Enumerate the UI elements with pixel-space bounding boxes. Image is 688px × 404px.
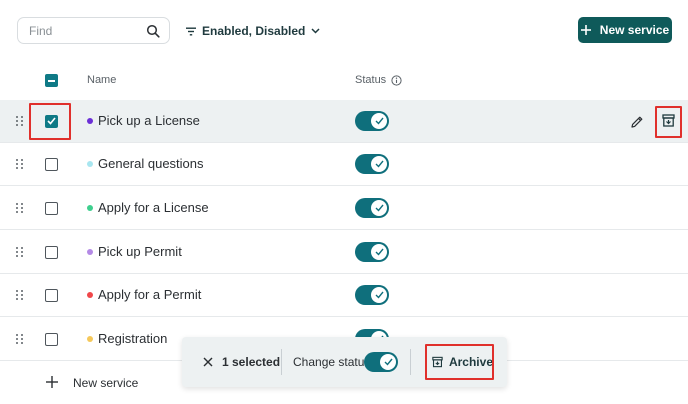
check-icon (384, 358, 393, 366)
status-toggle[interactable] (355, 111, 389, 131)
plus-icon[interactable] (45, 375, 59, 389)
row-checkbox[interactable] (45, 333, 58, 346)
color-dot (87, 205, 93, 211)
column-header-status-label: Status (355, 74, 387, 86)
search-icon[interactable] (146, 24, 160, 38)
drag-handle-icon[interactable] (16, 203, 24, 214)
search-field[interactable] (17, 17, 170, 44)
service-name[interactable]: General questions (98, 156, 204, 171)
status-toggle[interactable] (355, 285, 389, 305)
service-name[interactable]: Pick up Permit (98, 244, 182, 259)
change-status-toggle[interactable] (364, 352, 398, 372)
drag-handle-icon[interactable] (16, 116, 24, 127)
archive-label: Archive (448, 355, 493, 369)
service-name[interactable]: Apply for a Permit (98, 287, 201, 302)
pencil-icon[interactable] (630, 115, 644, 129)
check-icon (375, 204, 384, 212)
check-icon (375, 291, 384, 299)
service-name[interactable]: Pick up a License (98, 113, 200, 128)
status-toggle[interactable] (355, 198, 389, 218)
check-icon (375, 117, 384, 125)
row-checkbox[interactable] (45, 289, 58, 302)
drag-handle-icon[interactable] (16, 159, 24, 170)
row-checkbox[interactable] (45, 158, 58, 171)
chevron-down-icon (311, 28, 320, 34)
service-name[interactable]: Apply for a License (98, 200, 209, 215)
plus-icon (580, 25, 591, 35)
change-status-label: Change status (293, 355, 371, 369)
info-icon[interactable] (391, 74, 402, 86)
toolbar: Enabled, Disabled New service (0, 0, 688, 60)
select-all-checkbox[interactable] (45, 74, 58, 87)
row-checkbox[interactable] (45, 202, 58, 215)
checkmark-icon (47, 117, 56, 125)
status-toggle[interactable] (355, 242, 389, 262)
table-header: Name Status (0, 62, 688, 98)
status-filter-dropdown[interactable]: Enabled, Disabled (186, 21, 320, 41)
table-row[interactable]: Pick up a License (0, 100, 688, 143)
color-dot (87, 161, 93, 167)
column-header-status: Status (355, 74, 402, 86)
drag-handle-icon[interactable] (16, 247, 24, 258)
table-row[interactable]: General questions (0, 143, 688, 186)
service-name[interactable]: Registration (98, 331, 167, 346)
drag-handle-icon[interactable] (16, 290, 24, 301)
divider (410, 349, 411, 375)
drag-handle-icon[interactable] (16, 334, 24, 345)
filter-icon (186, 27, 196, 35)
row-checkbox[interactable] (45, 246, 58, 259)
new-service-button[interactable]: New service (578, 17, 672, 43)
bulk-action-bar: 1 selected Change status Archive (182, 337, 507, 387)
close-icon[interactable] (202, 356, 214, 368)
new-service-label: New service (599, 23, 670, 37)
color-dot (87, 249, 93, 255)
table-row[interactable]: Apply for a License (0, 187, 688, 230)
status-toggle[interactable] (355, 154, 389, 174)
color-dot (87, 292, 93, 298)
check-icon (375, 248, 384, 256)
add-service-label[interactable]: New service (73, 376, 138, 390)
archive-icon (432, 356, 443, 368)
search-input[interactable] (29, 22, 139, 40)
filter-label: Enabled, Disabled (202, 24, 306, 38)
table-row[interactable]: Apply for a Permit (0, 274, 688, 317)
archive-icon[interactable] (662, 114, 675, 127)
table-row[interactable]: Pick up Permit (0, 231, 688, 274)
column-header-name: Name (87, 74, 117, 86)
check-icon (375, 160, 384, 168)
color-dot (87, 336, 93, 342)
divider (281, 349, 282, 375)
color-dot (87, 118, 93, 124)
selected-count: 1 selected (222, 355, 281, 369)
row-checkbox[interactable] (45, 115, 58, 128)
archive-button[interactable]: Archive (425, 351, 493, 373)
